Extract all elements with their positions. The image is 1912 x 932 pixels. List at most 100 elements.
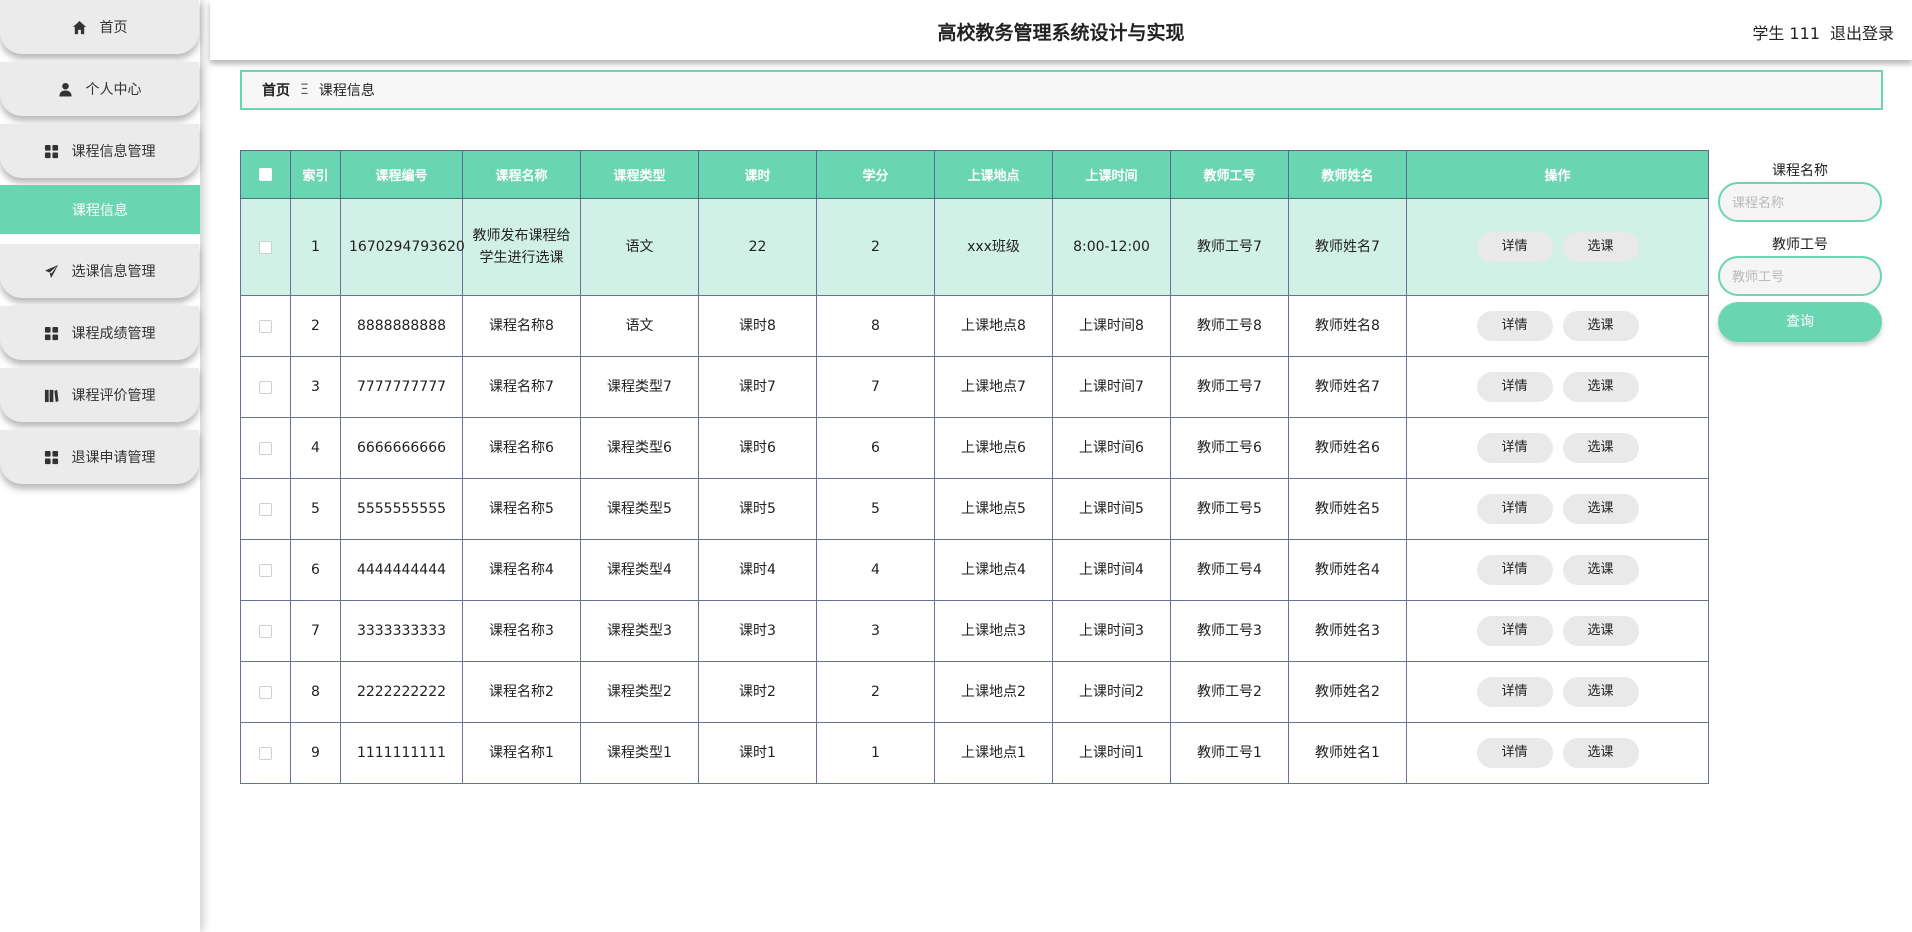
cell-course-type: 语文 bbox=[580, 198, 699, 296]
course-name-label: 课程名称 bbox=[1772, 163, 1828, 179]
cell-place: 上课地点7 bbox=[934, 356, 1053, 418]
column-header: 操作 bbox=[1406, 150, 1709, 199]
cell-teacher-name: 教师姓名1 bbox=[1288, 722, 1407, 784]
sidebar: 首页 个人中心 课程信息管理 课程信息 选课信息管理 课程成绩管理 课程评价管理… bbox=[0, 0, 200, 932]
sidebar-item-home[interactable]: 首页 bbox=[0, 0, 199, 54]
cell-index: 9 bbox=[290, 722, 341, 784]
breadcrumb-separator-icon: Ξ bbox=[300, 82, 309, 98]
cell-teacher-name: 教师姓名5 bbox=[1288, 478, 1407, 540]
cell-course-code: 7777777777 bbox=[340, 356, 463, 418]
course-name-input[interactable] bbox=[1718, 182, 1882, 222]
sidebar-item-label: 个人中心 bbox=[85, 82, 142, 98]
table-row[interactable]: 1 1670294793620 教师发布课程给学生进行选课 语文 22 2 xxx班级 8:0… bbox=[240, 198, 1709, 296]
table-header-row: 索引 课程编号 课程名称 课程类型 课时 学分 上课地点 上课时间 教师工号 教… bbox=[240, 150, 1709, 199]
cell-course-type: 课程类型2 bbox=[580, 661, 699, 723]
cell-index: 4 bbox=[290, 417, 341, 479]
cell-time: 上课时间2 bbox=[1052, 661, 1171, 723]
cell-index: 7 bbox=[290, 600, 341, 662]
detail-button[interactable]: 详情 bbox=[1476, 555, 1553, 585]
table-row[interactable]: 9 1111111111 课程名称1 课程类型1 课时1 1 上课地点1 上课时间1 教师工号1… bbox=[240, 722, 1709, 784]
table-row[interactable]: 4 6666666666 课程名称6 课程类型6 课时6 6 上课地点6 上课时间6 教师工号6… bbox=[240, 417, 1709, 479]
row-checkbox[interactable] bbox=[240, 478, 291, 540]
cell-actions: 详情 选课 bbox=[1406, 539, 1709, 601]
select-all-checkbox[interactable] bbox=[240, 150, 291, 199]
detail-button[interactable]: 详情 bbox=[1476, 311, 1553, 341]
table-row[interactable]: 3 7777777777 课程名称7 课程类型7 课时7 7 上课地点7 上课时间7 教师工号7… bbox=[240, 356, 1709, 418]
breadcrumb-home[interactable]: 首页 bbox=[262, 80, 290, 100]
row-checkbox[interactable] bbox=[240, 600, 291, 662]
detail-button[interactable]: 详情 bbox=[1476, 494, 1553, 524]
row-checkbox[interactable] bbox=[240, 356, 291, 418]
home-icon bbox=[72, 19, 88, 35]
detail-button[interactable]: 详情 bbox=[1476, 677, 1553, 707]
cell-course-code: 3333333333 bbox=[340, 600, 463, 662]
sidebar-item-label: 课程信息 bbox=[72, 202, 128, 219]
select-course-button[interactable]: 选课 bbox=[1562, 738, 1639, 768]
row-checkbox[interactable] bbox=[240, 295, 291, 357]
column-header: 课程编号 bbox=[340, 150, 463, 199]
cell-place: 上课地点8 bbox=[934, 295, 1053, 357]
user-icon bbox=[58, 81, 74, 97]
select-course-button[interactable]: 选课 bbox=[1562, 616, 1639, 646]
sidebar-item-course-info-management[interactable]: 课程信息管理 bbox=[0, 124, 199, 178]
cell-teacher-no: 教师工号7 bbox=[1170, 356, 1289, 418]
column-header: 上课地点 bbox=[934, 150, 1053, 199]
row-checkbox[interactable] bbox=[240, 198, 291, 296]
table-row[interactable]: 2 8888888888 课程名称8 语文 课时8 8 上课地点8 上课时间8 教师工号8 教师姓… bbox=[240, 295, 1709, 357]
cell-teacher-name: 教师姓名7 bbox=[1288, 198, 1407, 296]
table-row[interactable]: 5 5555555555 课程名称5 课程类型5 课时5 5 上课地点5 上课时间5 教师工号5… bbox=[240, 478, 1709, 540]
select-course-button[interactable]: 选课 bbox=[1562, 311, 1639, 341]
cell-actions: 详情 选课 bbox=[1406, 661, 1709, 723]
cell-course-type: 课程类型4 bbox=[580, 539, 699, 601]
cell-place: 上课地点6 bbox=[934, 417, 1053, 479]
cell-credit: 2 bbox=[816, 661, 935, 723]
sidebar-item-label: 退课申请管理 bbox=[71, 450, 156, 466]
sidebar-item-withdrawal-management[interactable]: 退课申请管理 bbox=[0, 430, 199, 484]
row-checkbox[interactable] bbox=[240, 661, 291, 723]
detail-button[interactable]: 详情 bbox=[1476, 433, 1553, 463]
cell-time: 上课时间4 bbox=[1052, 539, 1171, 601]
row-checkbox[interactable] bbox=[240, 539, 291, 601]
sidebar-item-selection-management[interactable]: 选课信息管理 bbox=[0, 244, 199, 298]
table-row[interactable]: 6 4444444444 课程名称4 课程类型4 课时4 4 上课地点4 上课时间4 教师工号4… bbox=[240, 539, 1709, 601]
cell-teacher-no: 教师工号6 bbox=[1170, 417, 1289, 479]
sidebar-item-label: 课程信息管理 bbox=[71, 144, 156, 160]
select-course-button[interactable]: 选课 bbox=[1562, 494, 1639, 524]
select-course-button[interactable]: 选课 bbox=[1562, 232, 1639, 262]
detail-button[interactable]: 详情 bbox=[1476, 616, 1553, 646]
table-row[interactable]: 8 2222222222 课程名称2 课程类型2 课时2 2 上课地点2 上课时间2 教师工号2… bbox=[240, 661, 1709, 723]
row-checkbox[interactable] bbox=[240, 417, 291, 479]
cell-place: 上课地点5 bbox=[934, 478, 1053, 540]
cell-course-name: 课程名称4 bbox=[462, 539, 581, 601]
detail-button[interactable]: 详情 bbox=[1476, 372, 1553, 402]
select-course-button[interactable]: 选课 bbox=[1562, 677, 1639, 707]
detail-button[interactable]: 详情 bbox=[1476, 738, 1553, 768]
cell-course-type: 课程类型5 bbox=[580, 478, 699, 540]
logout-link[interactable]: 退出登录 bbox=[1830, 24, 1894, 43]
cell-course-type: 课程类型7 bbox=[580, 356, 699, 418]
cell-course-name: 课程名称7 bbox=[462, 356, 581, 418]
detail-button[interactable]: 详情 bbox=[1476, 232, 1553, 262]
cell-actions: 详情 选课 bbox=[1406, 478, 1709, 540]
select-course-button[interactable]: 选课 bbox=[1562, 555, 1639, 585]
sidebar-item-personal-center[interactable]: 个人中心 bbox=[0, 62, 199, 116]
teacher-no-input[interactable] bbox=[1718, 256, 1882, 296]
sidebar-item-evaluation-management[interactable]: 课程评价管理 bbox=[0, 368, 199, 422]
sidebar-item-course-info[interactable]: 课程信息 bbox=[0, 185, 200, 234]
top-header: 高校教务管理系统设计与实现 学生 111 退出登录 bbox=[210, 0, 1912, 60]
cell-credit: 1 bbox=[816, 722, 935, 784]
select-course-button[interactable]: 选课 bbox=[1562, 433, 1639, 463]
query-button[interactable]: 查询 bbox=[1718, 302, 1882, 342]
cell-time: 上课时间5 bbox=[1052, 478, 1171, 540]
user-area: 学生 111 退出登录 bbox=[1742, 20, 1894, 44]
cell-course-type: 课程类型6 bbox=[580, 417, 699, 479]
sidebar-item-grade-management[interactable]: 课程成绩管理 bbox=[0, 306, 199, 360]
cell-course-name: 课程名称6 bbox=[462, 417, 581, 479]
select-course-button[interactable]: 选课 bbox=[1562, 372, 1639, 402]
table-row[interactable]: 7 3333333333 课程名称3 课程类型3 课时3 3 上课地点3 上课时间3 教师工号3… bbox=[240, 600, 1709, 662]
cell-course-code: 4444444444 bbox=[340, 539, 463, 601]
cell-time: 上课时间8 bbox=[1052, 295, 1171, 357]
cell-time: 上课时间6 bbox=[1052, 417, 1171, 479]
cell-hours: 课时7 bbox=[698, 356, 817, 418]
row-checkbox[interactable] bbox=[240, 722, 291, 784]
